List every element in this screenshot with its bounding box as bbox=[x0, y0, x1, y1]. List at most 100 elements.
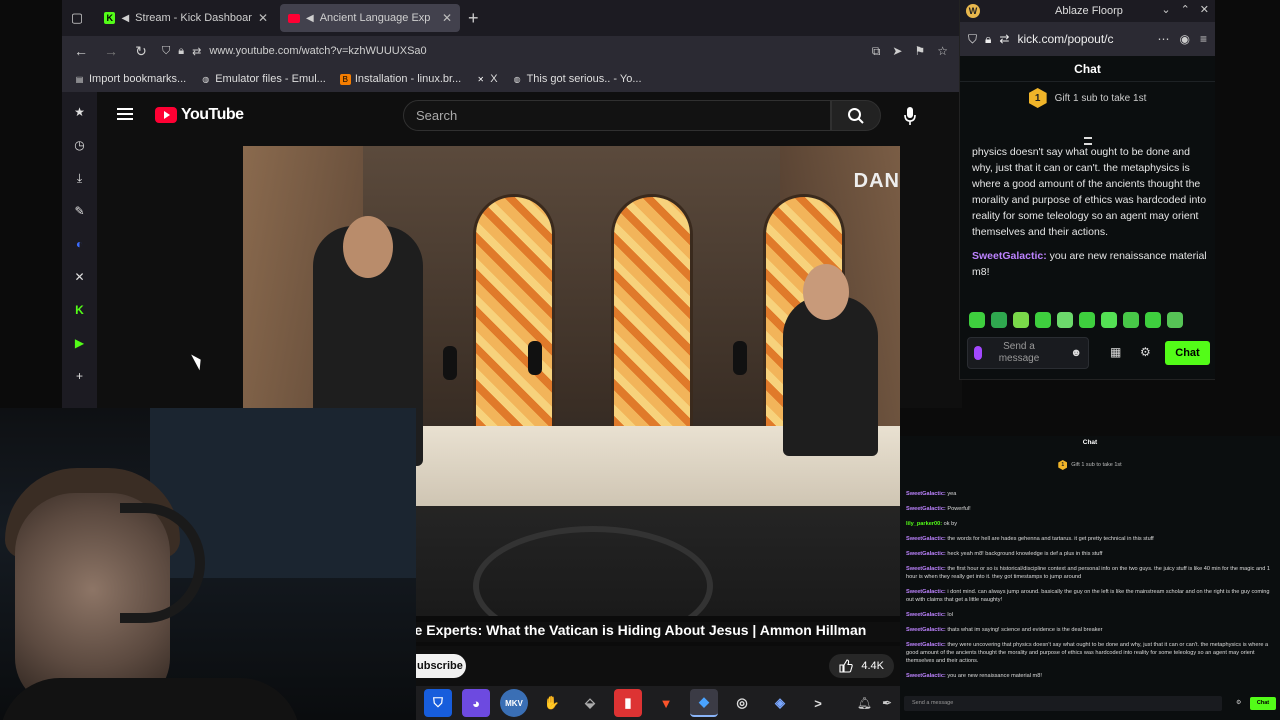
chat-message-input[interactable]: Send a message ☻ bbox=[967, 337, 1089, 369]
tab-youtube-video[interactable]: ◀ Ancient Language Exp ✕ bbox=[280, 4, 460, 32]
overlay-chat-message: SweetGalactic: the words for hell are ha… bbox=[906, 535, 1272, 543]
reader-icon[interactable]: ⧉ bbox=[872, 44, 881, 59]
x-side-icon[interactable]: ✕ bbox=[70, 267, 90, 287]
overlay-chat-message: SweetGalactic: heck yeah m8! background … bbox=[906, 550, 1272, 558]
emote-icon[interactable] bbox=[1145, 312, 1161, 328]
shield-icon[interactable]: ⛉ bbox=[162, 45, 170, 58]
reload-icon[interactable]: ↻ bbox=[132, 43, 150, 60]
video-person-head bbox=[803, 264, 849, 320]
emote-icon[interactable] bbox=[1079, 312, 1095, 328]
feather-icon[interactable]: ✒ bbox=[882, 696, 892, 710]
brave-icon[interactable]: ▼ bbox=[652, 689, 680, 717]
kick-green-icon[interactable]: K bbox=[70, 300, 90, 320]
minimize-icon[interactable]: ⌃ bbox=[1181, 3, 1190, 16]
overlay-chat-message: SweetGalactic: you are new renaissance m… bbox=[906, 672, 1272, 680]
emote-icon[interactable] bbox=[1057, 312, 1073, 328]
play-icon[interactable]: ▶ bbox=[70, 333, 90, 353]
like-count: 4.4K bbox=[861, 660, 884, 672]
overlay-message-text: yea bbox=[947, 491, 957, 497]
emote-icon[interactable] bbox=[1035, 312, 1051, 328]
subscribe-button[interactable]: ubscribe bbox=[416, 654, 466, 678]
bookmark-emulator[interactable]: ◍ Emulator files - Emul... bbox=[200, 73, 326, 85]
mkv-icon[interactable]: MKV bbox=[500, 689, 528, 717]
tab-kick-dashboard[interactable]: K ◀ Stream - Kick Dashboar ✕ bbox=[96, 4, 276, 32]
emote-icon[interactable] bbox=[1167, 312, 1183, 328]
navigation-bar: ← → ↻ ⛉ 🔒︎ ⇄ www.youtube.com/watch?v=kzh… bbox=[62, 36, 962, 66]
send-chat-button[interactable]: Chat bbox=[1165, 341, 1210, 365]
kick-side-icon[interactable]: ◐ bbox=[70, 234, 90, 254]
bitwarden-icon[interactable]: ⛉ bbox=[424, 689, 452, 717]
menu-icon[interactable] bbox=[117, 108, 133, 120]
notification-icon[interactable]: 🔔︎ bbox=[857, 696, 872, 710]
overlay-username: SweetGalactic: bbox=[906, 536, 946, 542]
flag-icon[interactable]: ⚑ bbox=[914, 44, 925, 59]
permissions-icon[interactable]: ⇄ bbox=[999, 32, 1009, 46]
search-button[interactable] bbox=[831, 100, 881, 131]
send-icon[interactable]: ➤ bbox=[892, 44, 902, 59]
star-icon[interactable]: ★ bbox=[70, 102, 90, 122]
bookmark-installation[interactable]: B Installation - linux.br... bbox=[339, 73, 461, 85]
add-icon[interactable]: + bbox=[70, 366, 90, 386]
forward-icon[interactable]: → bbox=[102, 43, 120, 59]
hamburger-menu-icon[interactable]: ≡ bbox=[1200, 32, 1207, 46]
history-icon[interactable]: ◷ bbox=[70, 135, 90, 155]
overlay-username: SweetGalactic: bbox=[906, 627, 946, 633]
overlay-chat-message: SweetGalactic: lol bbox=[906, 611, 1272, 619]
wave-icon[interactable]: ✋ bbox=[538, 689, 566, 717]
close-tab-icon[interactable]: ✕ bbox=[442, 11, 452, 25]
tab-overview-icon[interactable]: ▢ bbox=[62, 10, 92, 26]
chat-message: physics doesn't say what ought to be don… bbox=[972, 144, 1207, 240]
rank-badge-icon: 1 bbox=[1058, 460, 1068, 470]
emote-icon[interactable] bbox=[1013, 312, 1029, 328]
download-icon[interactable]: ⤓ bbox=[70, 168, 90, 188]
lock-icon: 🔒︎ bbox=[178, 44, 185, 57]
speaker-icon[interactable]: ◀ bbox=[306, 13, 314, 24]
more-icon[interactable]: ⋯ bbox=[1158, 32, 1170, 46]
microphone-icon[interactable] bbox=[974, 346, 982, 360]
layers-icon[interactable]: ◈ bbox=[766, 689, 794, 717]
popout-url-bar[interactable]: ⛉ 🔒︎ ⇄ kick.com/popout/c ⋯ ◉ ≡ bbox=[960, 22, 1215, 56]
shield-icon[interactable]: ⛉ bbox=[968, 32, 977, 47]
emote-icon[interactable] bbox=[1123, 312, 1139, 328]
obs-icon[interactable]: ◎ bbox=[728, 689, 756, 717]
bookmark-import[interactable]: ▤ Import bookmarks... bbox=[74, 73, 186, 85]
youtube-logo[interactable]: YouTube bbox=[155, 106, 244, 124]
terminal-icon[interactable]: > bbox=[804, 689, 832, 717]
youtube-logo-text: YouTube bbox=[181, 106, 244, 123]
gift-sub-banner[interactable]: 1 Gift 1 sub to take 1st bbox=[960, 82, 1215, 114]
url-text[interactable]: www.youtube.com/watch?v=kzhWUUUXSa0 bbox=[209, 45, 426, 57]
bookmark-this-got-serious[interactable]: ◍ This got serious.. - Yo... bbox=[512, 73, 642, 85]
url-bar[interactable]: ⛉ 🔒︎ ⇄ www.youtube.com/watch?v=kzhWUUUXS… bbox=[162, 45, 427, 58]
overlay-message-text: the words for hell are hades gehenna and… bbox=[947, 536, 1154, 542]
settings-gear-icon[interactable]: ⚙ bbox=[1140, 345, 1151, 359]
pen-icon[interactable]: ✎ bbox=[70, 201, 90, 221]
voice-search-button[interactable] bbox=[895, 100, 925, 131]
speaker-icon[interactable]: ◀ bbox=[121, 13, 129, 24]
account-icon[interactable]: ◉ bbox=[1180, 32, 1190, 46]
gift-icon[interactable]: ▦ bbox=[1110, 345, 1121, 359]
close-tab-icon[interactable]: ✕ bbox=[258, 11, 268, 25]
archive-icon[interactable]: ⬙ bbox=[576, 689, 604, 717]
permissions-icon[interactable]: ⇄ bbox=[192, 45, 201, 58]
chat-username[interactable]: SweetGalactic: bbox=[972, 250, 1047, 262]
popout-toolbar: ⋯ ◉ ≡ bbox=[1158, 32, 1208, 46]
popout-url-text[interactable]: kick.com/popout/c bbox=[1017, 32, 1113, 46]
bookmark-star-icon[interactable]: ☆ bbox=[937, 44, 948, 59]
bookmark-label: X bbox=[490, 73, 498, 85]
bookmark-x[interactable]: ✕ X bbox=[475, 73, 497, 85]
emote-icon[interactable] bbox=[991, 312, 1007, 328]
emoji-icon[interactable]: ☻ bbox=[1070, 347, 1082, 359]
floorp-icon[interactable]: ◆ bbox=[690, 689, 718, 717]
chevron-down-icon[interactable]: ⌄ bbox=[1161, 3, 1170, 16]
search-input[interactable]: Search bbox=[403, 100, 831, 131]
close-icon[interactable]: ✕ bbox=[1200, 3, 1209, 16]
emote-icon[interactable] bbox=[1101, 312, 1117, 328]
emulator-icon[interactable]: ◕ bbox=[462, 689, 490, 717]
app-red-icon[interactable]: ▮ bbox=[614, 689, 642, 717]
overlay-chat-message: SweetGalactic: they were uncovering that… bbox=[906, 641, 1272, 665]
back-icon[interactable]: ← bbox=[72, 43, 90, 59]
emote-icon[interactable] bbox=[969, 312, 985, 328]
like-button[interactable]: 4.4K bbox=[829, 654, 894, 678]
new-tab-icon[interactable]: + bbox=[468, 8, 479, 29]
search-icon bbox=[848, 107, 864, 124]
